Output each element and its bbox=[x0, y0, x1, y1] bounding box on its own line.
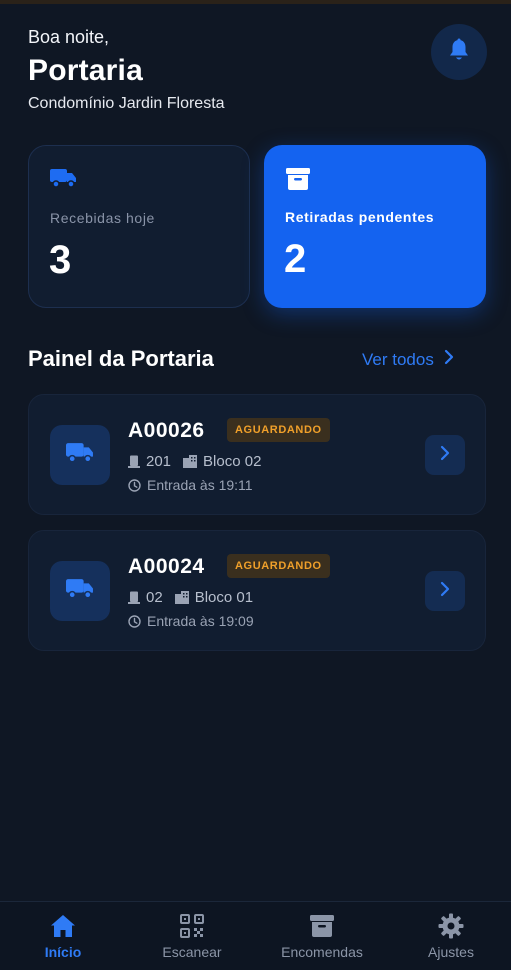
chevron-right-icon bbox=[440, 445, 450, 466]
delivery-code: A00024 bbox=[128, 555, 205, 578]
section-title: Painel da Portaria bbox=[28, 346, 214, 371]
truck-icon bbox=[66, 442, 94, 468]
greeting-text: Boa noite, bbox=[28, 27, 110, 47]
chevron-right-icon bbox=[444, 349, 454, 370]
delivery-location: 02 Bloco 01 bbox=[128, 589, 253, 606]
tab-ajustes[interactable]: Ajustes bbox=[401, 912, 501, 960]
condominium-name: Condomínio Jardin Floresta bbox=[28, 95, 225, 112]
tab-inicio[interactable]: Início bbox=[13, 912, 113, 960]
door-icon bbox=[128, 455, 140, 468]
delivery-location: 201 Bloco 02 bbox=[128, 453, 261, 470]
delivery-entry: Entrada às 19:09 bbox=[128, 613, 254, 629]
tab-escanear[interactable]: Escanear bbox=[142, 912, 242, 960]
tab-label: Início bbox=[44, 944, 82, 960]
status-strip bbox=[0, 0, 511, 4]
delivery-code: A00026 bbox=[128, 419, 205, 442]
truck-icon bbox=[66, 578, 94, 604]
block-name: Bloco 01 bbox=[194, 589, 254, 606]
chevron-right-icon bbox=[440, 581, 450, 602]
unit-number: 201 bbox=[146, 453, 172, 470]
received-today-card[interactable]: Recebidas hoje 3 bbox=[28, 145, 250, 308]
see-all-label: Ver todos bbox=[362, 349, 434, 369]
delivery-card[interactable]: A00024 AGUARDANDO 02 Bloco 01 Entrada às… bbox=[28, 530, 486, 651]
bottom-tab-bar: Início Escanear Encomendas Ajustes bbox=[0, 901, 511, 970]
door-icon bbox=[128, 591, 140, 604]
delivery-entry: Entrada às 19:11 bbox=[128, 477, 253, 493]
tab-label: Escanear bbox=[162, 944, 222, 960]
notifications-button[interactable] bbox=[431, 24, 487, 80]
stat-value: 3 bbox=[49, 238, 72, 282]
archive-box-icon bbox=[285, 167, 311, 196]
tab-label: Ajustes bbox=[428, 944, 474, 960]
status-badge: AGUARDANDO bbox=[227, 554, 330, 578]
stat-label: Recebidas hoje bbox=[50, 210, 155, 226]
entry-time: Entrada às 19:09 bbox=[147, 613, 254, 629]
archive-box-icon bbox=[272, 912, 372, 940]
see-all-link[interactable]: Ver todos bbox=[362, 349, 454, 370]
truck-icon bbox=[50, 168, 77, 193]
open-delivery-button[interactable] bbox=[425, 571, 465, 611]
page-title: Portaria bbox=[28, 54, 143, 87]
tab-encomendas[interactable]: Encomendas bbox=[272, 912, 372, 960]
app-screen: Boa noite, Portaria Condomínio Jardin Fl… bbox=[0, 0, 511, 970]
building-icon bbox=[183, 455, 198, 468]
entry-time: Entrada às 19:11 bbox=[147, 477, 253, 493]
clock-icon bbox=[128, 478, 141, 492]
delivery-thumbnail bbox=[50, 425, 110, 485]
stat-value: 2 bbox=[284, 237, 307, 281]
unit-number: 02 bbox=[146, 589, 163, 606]
bell-icon bbox=[448, 38, 470, 67]
qr-code-icon bbox=[142, 912, 242, 940]
delivery-thumbnail bbox=[50, 561, 110, 621]
stat-label: Retiradas pendentes bbox=[285, 209, 435, 225]
clock-icon bbox=[128, 614, 141, 628]
home-icon bbox=[13, 912, 113, 940]
gear-icon bbox=[401, 912, 501, 940]
pending-pickups-card[interactable]: Retiradas pendentes 2 bbox=[264, 145, 486, 308]
status-badge: AGUARDANDO bbox=[227, 418, 330, 442]
block-name: Bloco 02 bbox=[203, 453, 262, 470]
delivery-card[interactable]: A00026 AGUARDANDO 201 Bloco 02 Entrada à… bbox=[28, 394, 486, 515]
tab-label: Encomendas bbox=[281, 944, 363, 960]
building-icon bbox=[174, 591, 189, 604]
open-delivery-button[interactable] bbox=[425, 435, 465, 475]
